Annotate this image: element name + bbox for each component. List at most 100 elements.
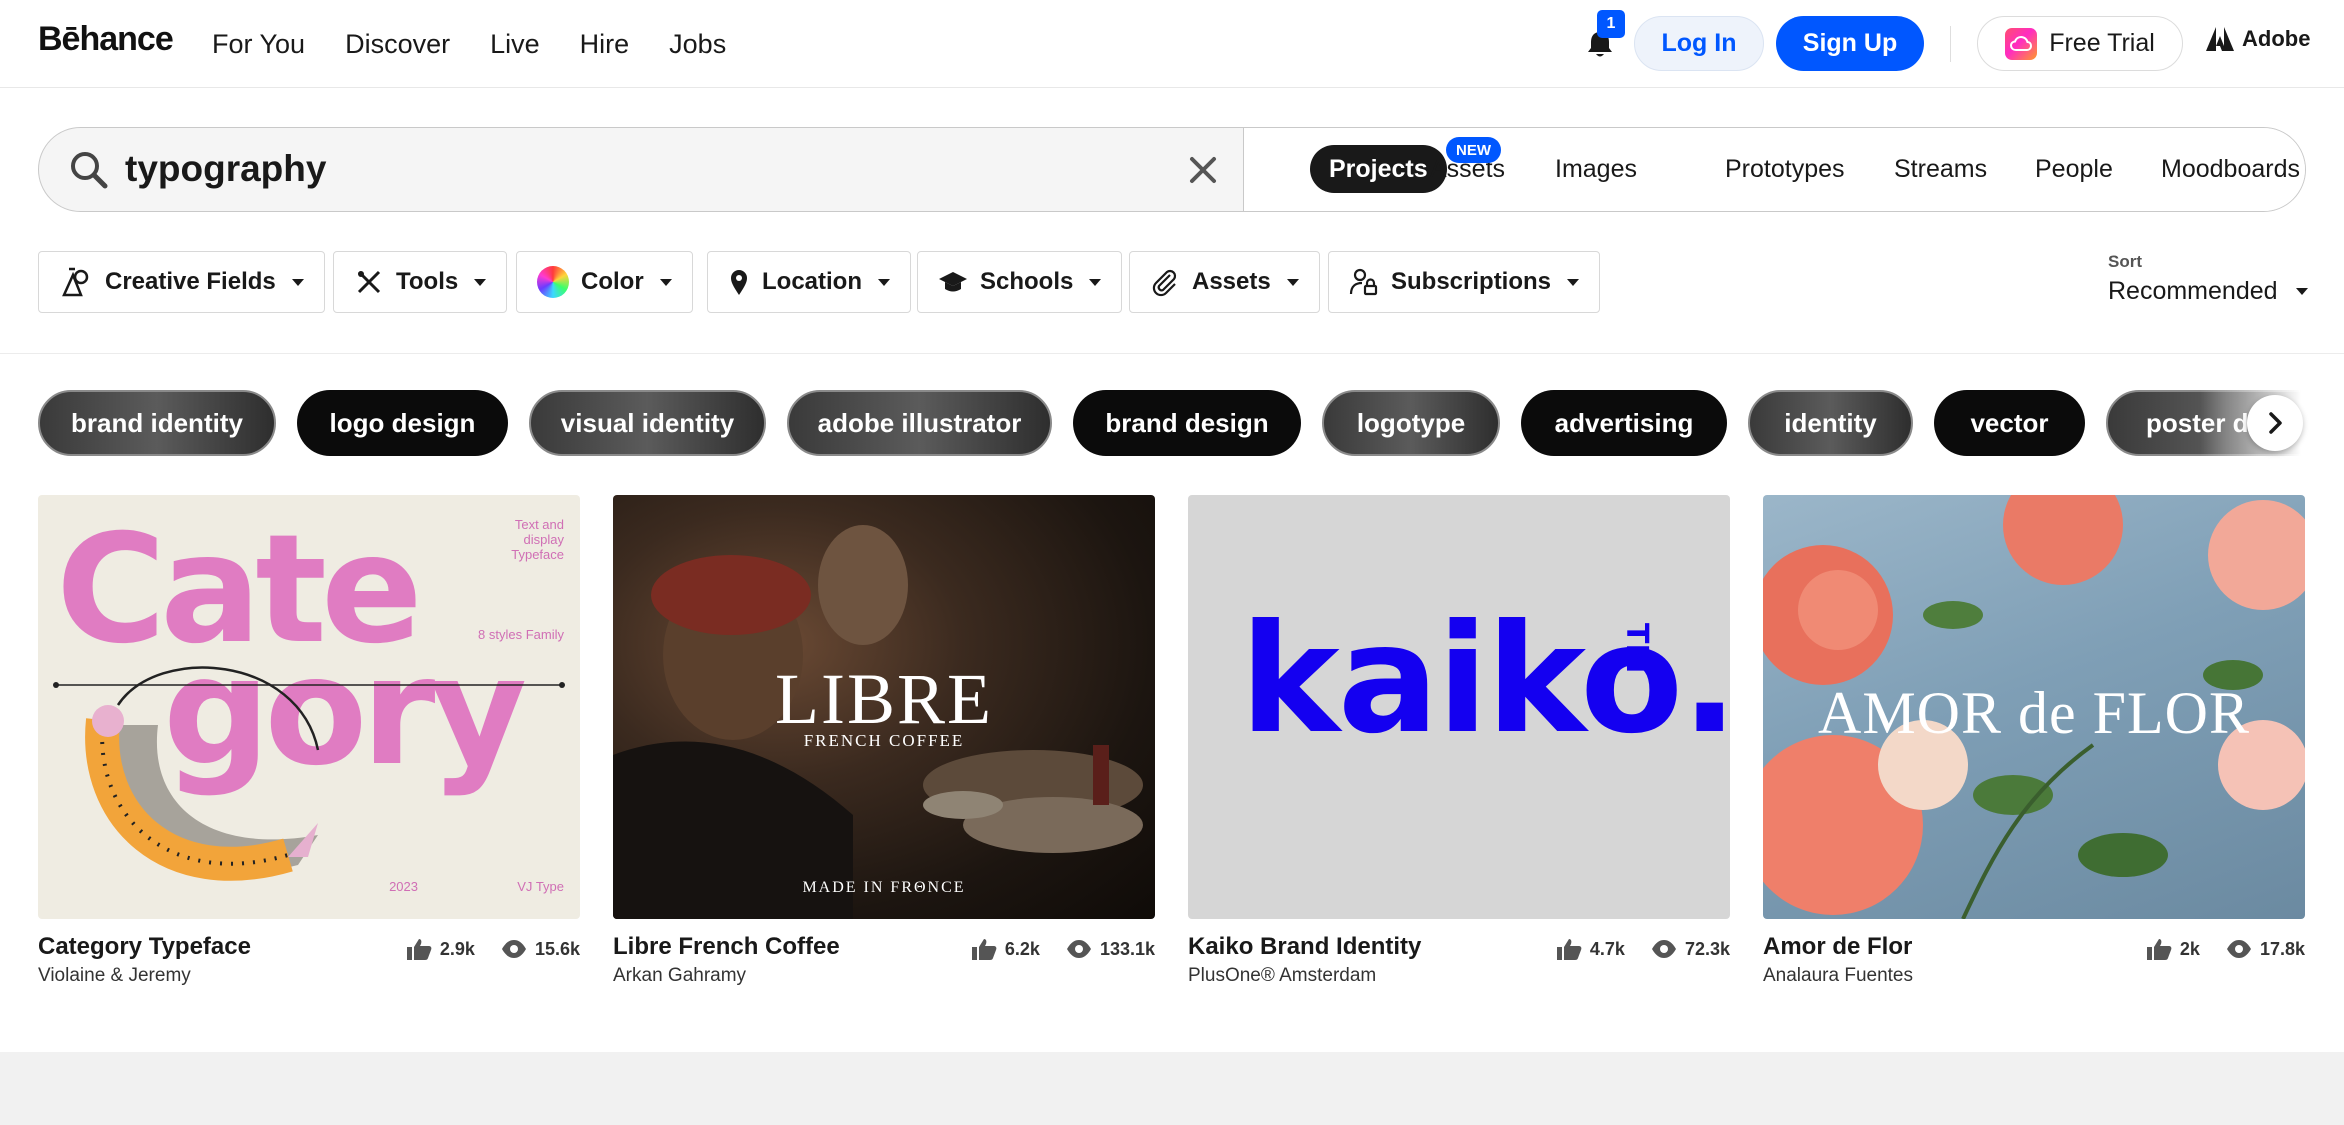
- project-owner[interactable]: PlusOne® Amsterdam: [1188, 965, 1376, 987]
- eye-icon: [1651, 940, 1676, 958]
- project-thumbnail[interactable]: kaiko. TM: [1188, 495, 1730, 919]
- tag-pill[interactable]: adobe illustrator: [787, 390, 1052, 456]
- chevron-down-icon: [878, 278, 890, 286]
- filter-assets[interactable]: Assets: [1129, 251, 1320, 313]
- tab-projects[interactable]: Projects: [1310, 145, 1447, 193]
- views-count: 72.3k: [1684, 938, 1730, 959]
- likes-count: 2.9k: [439, 938, 475, 959]
- project-thumbnail[interactable]: AMOR de FLOR: [1763, 495, 2305, 919]
- project-title[interactable]: Libre French Coffee: [613, 933, 840, 961]
- filter-color[interactable]: Color: [516, 251, 693, 313]
- tab-prototypes[interactable]: Prototypes: [1725, 145, 1845, 193]
- thumb-year: 2023: [389, 879, 418, 894]
- filter-label: Color: [581, 268, 644, 295]
- footer-band: [0, 1052, 2344, 1125]
- likes-count: 2k: [2179, 938, 2200, 959]
- project-owner[interactable]: Arkan Gahramy: [613, 965, 746, 987]
- filter-subscriptions[interactable]: Subscriptions: [1328, 251, 1601, 313]
- thumb-trademark: TM: [1619, 623, 1654, 674]
- sort-dropdown[interactable]: Recommended: [2108, 277, 2308, 306]
- nav-link-for-you[interactable]: For You: [212, 24, 305, 64]
- project-thumbnail[interactable]: LIBRE FRENCH COFFEE MADE IN FRΘNCE: [613, 495, 1155, 919]
- chevron-down-icon: [1089, 278, 1102, 286]
- tab-people[interactable]: People: [2035, 145, 2113, 193]
- login-button[interactable]: Log In: [1634, 16, 1764, 71]
- project-stats: 4.7k 72.3k: [1556, 937, 1730, 961]
- thumbs-up-icon: [406, 939, 432, 960]
- chevron-down-icon: [1567, 278, 1580, 286]
- project-meta: Kaiko Brand Identity PlusOne® Amsterdam …: [1188, 919, 1730, 989]
- chevron-right-icon: [2269, 412, 2282, 434]
- tag-pill[interactable]: vector: [1934, 390, 2085, 456]
- chevron-down-icon: [474, 278, 487, 286]
- adobe-label: Adobe: [2242, 26, 2311, 51]
- tags-next-button[interactable]: [2247, 395, 2303, 451]
- project-owner[interactable]: Violaine & Jeremy: [38, 965, 191, 987]
- tag-pill[interactable]: brand design: [1073, 390, 1301, 456]
- eye-icon: [1066, 940, 1091, 958]
- project-card: LIBRE FRENCH COFFEE MADE IN FRΘNCE Libre…: [613, 495, 1155, 989]
- signup-button[interactable]: Sign Up: [1776, 16, 1924, 71]
- search-input[interactable]: typography: [125, 145, 326, 193]
- views-count: 17.8k: [2259, 938, 2305, 959]
- nav-divider: [1950, 26, 1951, 62]
- location-pin-icon: [731, 270, 747, 295]
- chevron-down-icon: [291, 278, 304, 286]
- sort-label: Sort: [2108, 252, 2142, 271]
- top-navigation: Bēhance For You Discover Live Hire Jobs …: [0, 0, 2344, 88]
- tag-pill[interactable]: visual identity: [529, 390, 766, 456]
- filter-creative-fields[interactable]: Creative Fields: [38, 251, 325, 313]
- tab-streams[interactable]: Streams: [1894, 145, 1987, 193]
- main-nav: For You Discover Live Hire Jobs: [212, 24, 766, 64]
- tag-pill[interactable]: brand identity: [38, 390, 276, 456]
- tab-images[interactable]: Images: [1555, 145, 1637, 193]
- chevron-down-icon: [2295, 288, 2308, 295]
- search-bar: typography Projects Assets Images Protot…: [38, 127, 2306, 212]
- filter-location[interactable]: Location: [707, 251, 911, 313]
- project-owner[interactable]: Analaura Fuentes: [1763, 965, 1913, 987]
- project-stats: 2k 17.8k: [2146, 937, 2305, 961]
- project-stats: 2.9k 15.6k: [406, 937, 580, 961]
- tag-pill[interactable]: identity: [1748, 390, 1913, 456]
- creative-cloud-icon: [2005, 27, 2038, 60]
- clear-search-icon[interactable]: [1185, 152, 1221, 193]
- filter-tools[interactable]: Tools: [333, 251, 508, 313]
- project-meta: Category Typeface Violaine & Jeremy 2.9k…: [38, 919, 580, 989]
- free-trial-label: Free Trial: [2049, 29, 2155, 57]
- eye-icon: [501, 940, 526, 958]
- thumb-title: LIBRE: [775, 659, 993, 739]
- tab-moodboards[interactable]: Moodboards: [2161, 145, 2300, 193]
- project-card: Cate gory Text and display Typeface 8 st…: [38, 495, 580, 989]
- project-card: kaiko. TM Kaiko Brand Identity PlusOne® …: [1188, 495, 1730, 989]
- nav-link-discover[interactable]: Discover: [345, 24, 450, 64]
- chevron-down-icon: [1286, 278, 1299, 286]
- eye-icon: [2226, 940, 2251, 958]
- free-trial-button[interactable]: Free Trial: [1977, 16, 2183, 71]
- likes-count: 4.7k: [1589, 938, 1625, 959]
- project-title[interactable]: Kaiko Brand Identity: [1188, 933, 1421, 961]
- adobe-logo-icon: [2206, 27, 2234, 51]
- nav-link-hire[interactable]: Hire: [580, 24, 630, 64]
- search-icon: [67, 148, 111, 197]
- sort-value: Recommended: [2108, 277, 2278, 305]
- tag-pill[interactable]: logotype: [1322, 390, 1500, 456]
- project-title[interactable]: Category Typeface: [38, 933, 251, 961]
- graduation-cap-icon: [939, 272, 967, 292]
- creative-fields-icon: [62, 267, 89, 297]
- nav-link-jobs[interactable]: Jobs: [669, 24, 726, 64]
- project-thumbnail[interactable]: Cate gory Text and display Typeface 8 st…: [38, 495, 580, 919]
- thumb-note: 8 styles Family: [478, 627, 564, 642]
- filter-schools[interactable]: Schools: [917, 251, 1123, 313]
- nav-link-live[interactable]: Live: [490, 24, 540, 64]
- notification-count-badge: 1: [1597, 10, 1625, 38]
- project-title[interactable]: Amor de Flor: [1763, 933, 1912, 961]
- search-field[interactable]: typography: [39, 128, 1243, 211]
- behance-logo[interactable]: Bēhance: [38, 20, 174, 59]
- thumbs-up-icon: [1556, 939, 1582, 960]
- thumb-title: AMOR de FLOR: [1817, 680, 2251, 746]
- thumb-footer: MADE IN FRΘNCE: [802, 879, 966, 896]
- tag-pill[interactable]: advertising: [1521, 390, 1727, 456]
- tag-pill[interactable]: logo design: [297, 390, 508, 456]
- adobe-link[interactable]: Adobe: [2206, 26, 2310, 52]
- filter-label: Schools: [980, 268, 1074, 295]
